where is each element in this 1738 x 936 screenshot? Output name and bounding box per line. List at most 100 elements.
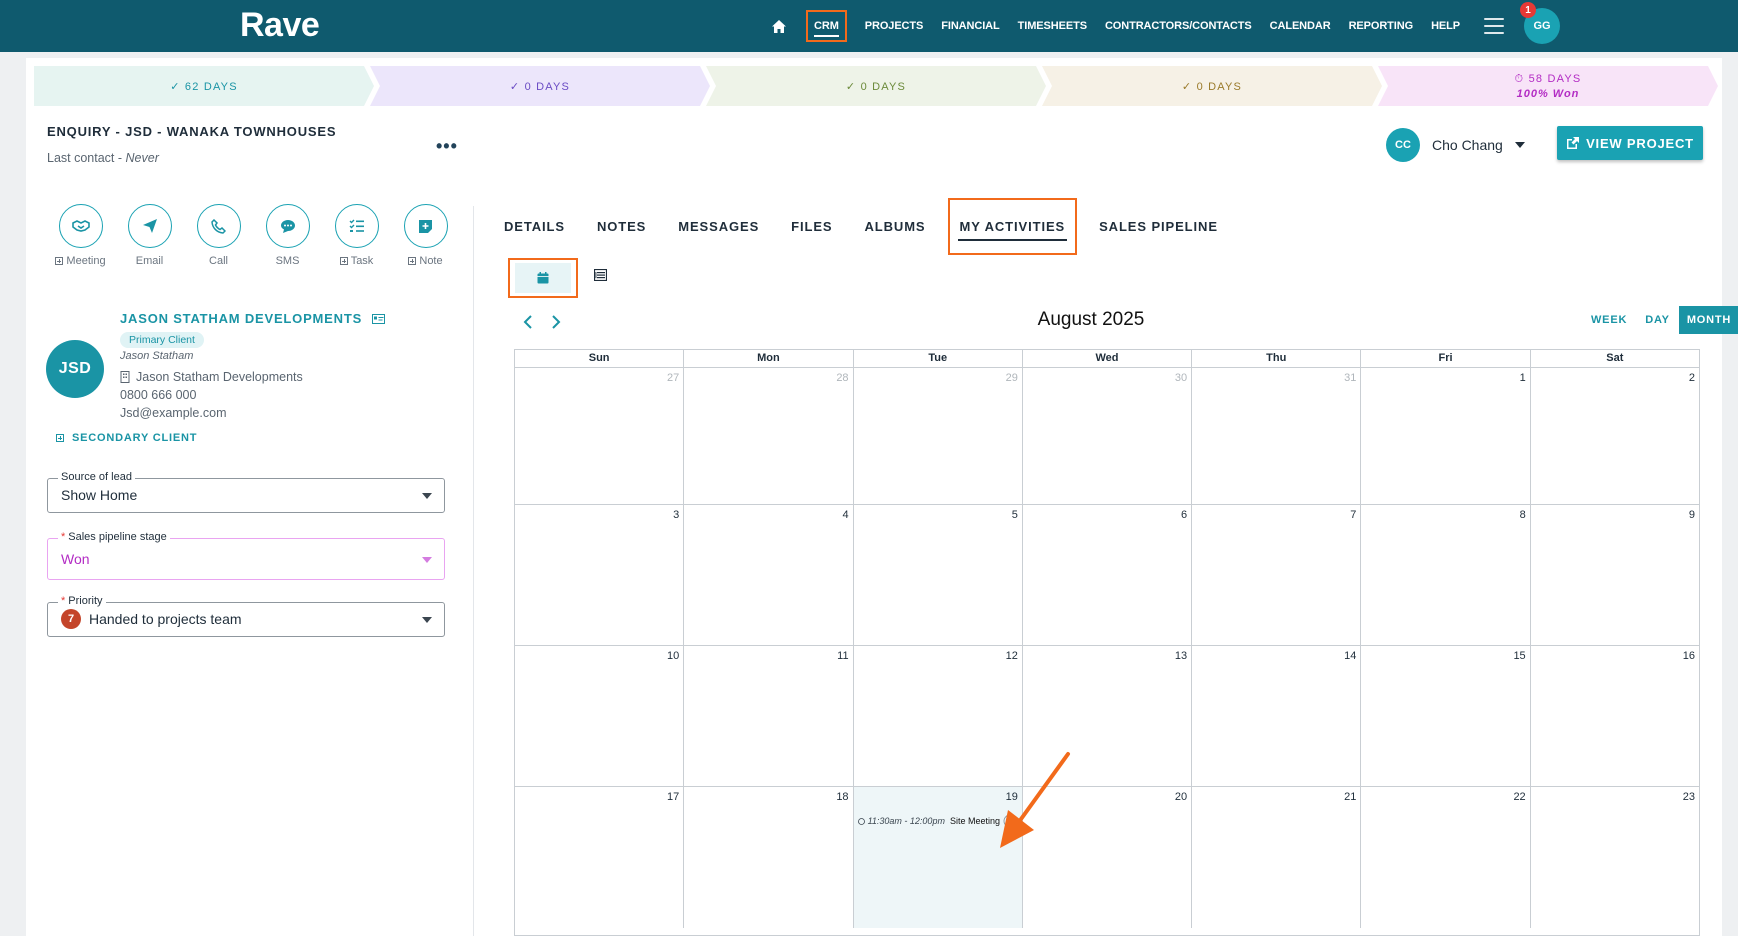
stage-2[interactable]: ✓ 0 DAYS <box>370 66 710 106</box>
day-number: 10 <box>667 650 680 662</box>
action-task[interactable]: Task <box>322 204 391 267</box>
calendar-day[interactable]: 8 <box>1361 505 1531 645</box>
nav-item-financial[interactable]: FINANCIAL <box>941 20 999 32</box>
client-email[interactable]: Jsd@example.com <box>120 406 226 420</box>
nav-item-projects[interactable]: PROJECTS <box>865 20 924 32</box>
notification-badge: 1 <box>1520 2 1536 18</box>
tab-details[interactable]: DETAILS <box>504 219 565 234</box>
day-number: 16 <box>1682 650 1695 662</box>
owner-selector[interactable]: CC Cho Chang <box>1386 128 1525 162</box>
priority-select[interactable]: * Priority 7 Handed to projects team <box>47 595 445 637</box>
user-avatar[interactable]: GG 1 <box>1520 2 1560 44</box>
tab-my-activities[interactable]: MY ACTIVITIES <box>947 197 1078 255</box>
calendar-view-toggle[interactable] <box>508 258 578 298</box>
day-number: 21 <box>1344 791 1357 803</box>
app-logo[interactable]: Rave <box>240 6 320 45</box>
source-of-lead-select[interactable]: Source of lead Show Home <box>47 471 445 513</box>
month-calendar: Sun Mon Tue Wed Thu Fri Sat 27 28 29 30 … <box>514 349 1700 936</box>
check-icon: ✓ <box>509 80 521 93</box>
calendar-day[interactable]: 6 <box>1023 505 1193 645</box>
priority-value: 7 Handed to projects team <box>61 609 242 629</box>
stage-3[interactable]: ✓ 0 DAYS <box>706 66 1046 106</box>
action-email[interactable]: Email <box>115 204 184 267</box>
calendar-day[interactable]: 22 <box>1361 787 1531 928</box>
calendar-day[interactable]: 4 <box>684 505 854 645</box>
calendar-day[interactable]: 30 <box>1023 368 1193 504</box>
calendar-day[interactable]: 23 <box>1531 787 1699 928</box>
day-number: 2 <box>1688 372 1695 384</box>
secondary-client-label: SECONDARY CLIENT <box>72 432 198 444</box>
primary-client-badge: Primary Client <box>120 332 204 348</box>
plus-icon <box>55 257 64 265</box>
calendar-day[interactable]: 11 <box>684 646 854 786</box>
nav-item-timesheets[interactable]: TIMESHEETS <box>1018 20 1087 32</box>
day-number: 20 <box>1174 791 1188 803</box>
nav-item-help[interactable]: HELP <box>1431 20 1460 32</box>
view-week-button[interactable]: WEEK <box>1582 306 1636 334</box>
tab-sales-pipeline[interactable]: SALES PIPELINE <box>1099 219 1218 234</box>
calendar-day[interactable]: 2 <box>1531 368 1699 504</box>
contact-card-icon[interactable] <box>372 313 386 324</box>
chevron-right-icon[interactable] <box>551 315 561 334</box>
calendar-day[interactable]: 5 <box>854 505 1023 645</box>
client-person: Jason Statham <box>120 350 194 362</box>
calendar-day[interactable]: 27 <box>515 368 685 504</box>
action-note-label: Note <box>419 255 443 267</box>
view-day-button[interactable]: DAY <box>1636 306 1679 334</box>
calendar-day[interactable]: 10 <box>515 646 685 786</box>
day-number: 9 <box>1688 509 1695 521</box>
calendar-day[interactable]: 17 <box>515 787 685 928</box>
weekday-label: Sat <box>1606 352 1624 364</box>
action-meeting-label: Meeting <box>66 255 106 267</box>
calendar-day[interactable]: 9 <box>1531 505 1699 645</box>
calendar-day[interactable]: 31 <box>1192 368 1362 504</box>
day-number: 1 <box>1519 372 1526 384</box>
tab-albums[interactable]: ALBUMS <box>864 219 925 234</box>
day-number: 3 <box>673 509 680 521</box>
client-name-link[interactable]: JASON STATHAM DEVELOPMENTS <box>120 311 386 326</box>
calendar-day[interactable]: 3 <box>515 505 685 645</box>
check-icon: ✓ <box>1181 80 1193 93</box>
calendar-day[interactable]: 28 <box>684 368 854 504</box>
stage-1[interactable]: ✓ 62 DAYS <box>34 66 374 106</box>
hamburger-menu-icon[interactable] <box>1484 18 1504 34</box>
calendar-day[interactable]: 7 <box>1192 505 1362 645</box>
nav-item-contractors[interactable]: CONTRACTORS/CONTACTS <box>1105 20 1252 32</box>
tab-notes[interactable]: NOTES <box>597 219 646 234</box>
action-sms[interactable]: SMS <box>253 204 322 267</box>
view-month-button[interactable]: MONTH <box>1678 306 1738 334</box>
action-call[interactable]: Call <box>184 204 253 267</box>
nav-item-reporting[interactable]: REPORTING <box>1349 20 1414 32</box>
sales-pipeline-stage-select[interactable]: * Sales pipeline stage Won <box>47 531 445 580</box>
chevron-left-icon[interactable] <box>523 315 533 334</box>
day-number: 17 <box>667 791 680 803</box>
building-icon <box>120 371 130 383</box>
check-icon: ✓ <box>845 80 857 93</box>
calendar-day[interactable]: 1 <box>1361 368 1531 504</box>
tab-messages[interactable]: MESSAGES <box>678 219 759 234</box>
stage-4[interactable]: ✓ 0 DAYS <box>1042 66 1382 106</box>
nav-item-crm[interactable]: CRM <box>806 10 847 42</box>
more-options-icon[interactable]: ••• <box>436 136 458 157</box>
stage-5[interactable]: ⏱ 58 DAYS 100% Won <box>1378 66 1718 106</box>
action-meeting[interactable]: Meeting <box>46 204 115 267</box>
list-view-icon[interactable] <box>594 269 607 281</box>
nav-item-calendar[interactable]: CALENDAR <box>1270 20 1331 32</box>
calendar-day[interactable]: 21 <box>1192 787 1362 928</box>
calendar-day[interactable]: 29 <box>854 368 1023 504</box>
home-icon[interactable] <box>770 17 788 35</box>
calendar-day[interactable]: 16 <box>1531 646 1699 786</box>
day-number: 4 <box>842 509 849 521</box>
calendar-day[interactable]: 18 <box>684 787 854 928</box>
day-number: 27 <box>667 372 680 384</box>
source-of-lead-value: Show Home <box>61 487 138 503</box>
source-of-lead-label: Source of lead <box>58 471 135 483</box>
priority-badge: 7 <box>61 609 81 629</box>
client-phone[interactable]: 0800 666 000 <box>120 388 196 402</box>
add-secondary-client-button[interactable]: SECONDARY CLIENT <box>56 432 197 444</box>
action-note[interactable]: Note <box>391 204 460 267</box>
tab-files[interactable]: FILES <box>791 219 832 234</box>
calendar-day[interactable]: 15 <box>1361 646 1531 786</box>
view-project-button[interactable]: VIEW PROJECT <box>1557 126 1703 160</box>
calendar-day[interactable]: 14 <box>1192 646 1362 786</box>
